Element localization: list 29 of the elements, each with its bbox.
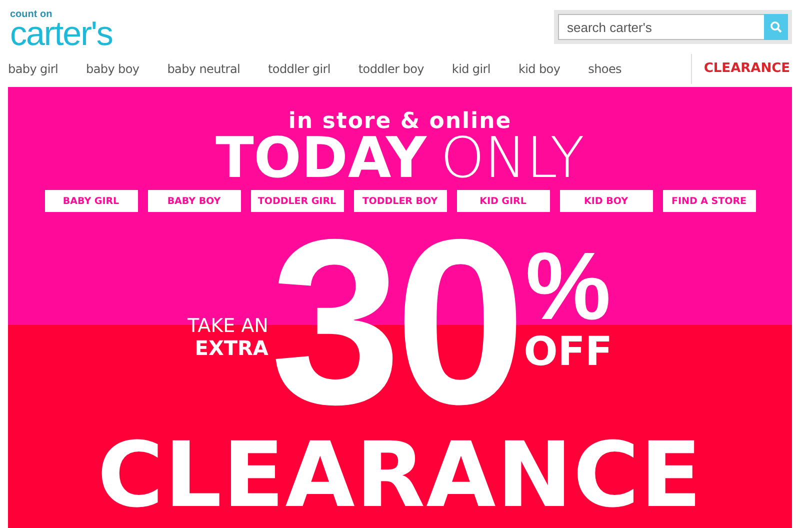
search-button[interactable] (764, 14, 788, 40)
clearance-link[interactable]: CLEARANCE (704, 61, 790, 76)
nav-link[interactable]: baby boy (86, 62, 140, 76)
category-button[interactable]: KID GIRL (456, 190, 550, 212)
nav-link[interactable]: baby girl (8, 62, 58, 76)
logo-tagline: count on (10, 10, 52, 20)
take-an-text: TAKE AN (188, 315, 268, 338)
extra-text: EXTRA (194, 337, 268, 360)
nav-link[interactable]: kid boy (518, 62, 560, 76)
category-button[interactable]: FIND A STORE (662, 190, 756, 212)
category-button[interactable]: BABY BOY (148, 190, 240, 212)
search-icon (770, 21, 782, 33)
discount-amount: 30 (270, 214, 520, 430)
off-text: OFF (524, 332, 612, 372)
nav-link[interactable]: shoes (588, 62, 622, 76)
category-button[interactable]: KID BOY (560, 190, 652, 212)
banner-subtitle: in store & online (288, 109, 512, 135)
nav-link[interactable]: baby neutral (167, 62, 240, 76)
search-field[interactable]: search carter's (558, 14, 764, 40)
clearance-headline: CLEARANCE (97, 430, 703, 522)
category-button[interactable]: TODDLER BOY (354, 190, 446, 212)
headline-light: ONLY (440, 133, 584, 185)
category-button[interactable]: BABY GIRL (44, 190, 138, 212)
category-button[interactable]: TODDLER GIRL (250, 190, 344, 212)
nav-link[interactable]: kid girl (452, 62, 490, 76)
nav-link[interactable]: toddler boy (358, 62, 424, 76)
percent-sign: % (525, 242, 611, 332)
headline-bold: TODAY (216, 133, 426, 185)
nav-link[interactable]: toddler girl (268, 62, 330, 76)
